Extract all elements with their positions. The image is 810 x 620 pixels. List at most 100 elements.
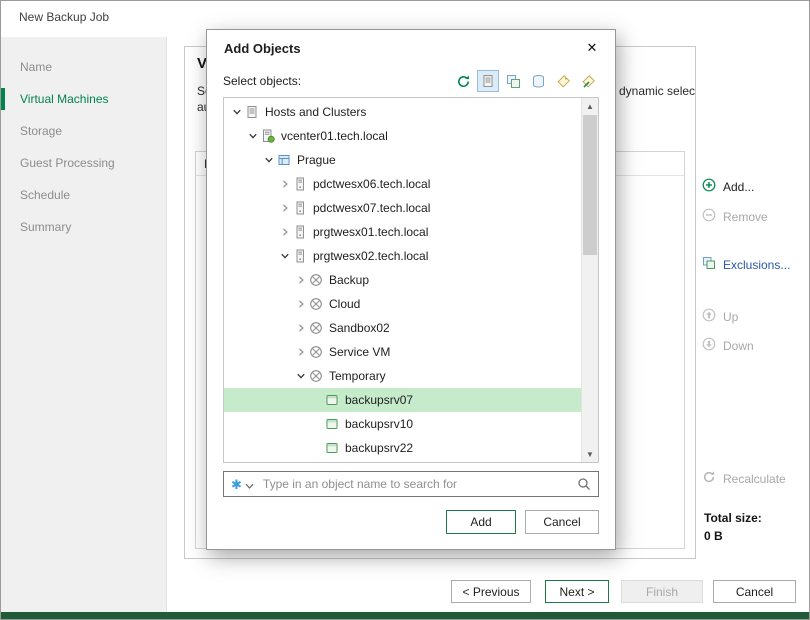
select-objects-label: Select objects:: [223, 74, 452, 88]
dialog-title: Add Objects: [224, 41, 581, 56]
scrollbar-thumb[interactable]: [583, 115, 597, 255]
chevron-down-icon[interactable]: [229, 107, 244, 117]
tree-row[interactable]: Service VM: [224, 340, 581, 364]
sidebar-item-summary[interactable]: Summary: [1, 211, 166, 243]
search-icon[interactable]: [577, 477, 591, 493]
tree-row-label: prgtwesx01.tech.local: [313, 225, 428, 239]
datacenter-icon: [276, 153, 292, 167]
total-size-label: Total size:: [704, 511, 762, 525]
chevron-down-icon[interactable]: [277, 251, 292, 261]
dialog-body: Select objects: Hosts and Clustersvcente…: [207, 66, 615, 549]
cancel-button[interactable]: Cancel: [713, 580, 796, 603]
chevron-down-icon[interactable]: [245, 131, 260, 141]
refresh-gray-icon: [702, 470, 716, 487]
chevron-right-icon[interactable]: [277, 227, 292, 237]
tree-scrollbar[interactable]: ▲ ▼: [581, 98, 598, 462]
sidebar-item-virtual-machines[interactable]: Virtual Machines: [1, 83, 166, 115]
object-tree: Hosts and Clustersvcenter01.tech.local Pr…: [223, 97, 599, 463]
select-objects-row: Select objects:: [223, 68, 599, 94]
recalculate-button[interactable]: Recalculate: [702, 470, 786, 487]
tree-row-label: backupsrv22: [345, 441, 413, 455]
chevron-down-icon[interactable]: [293, 371, 308, 381]
chevron-right-icon[interactable]: [293, 275, 308, 285]
refresh-icon[interactable]: [452, 70, 474, 92]
tree-row[interactable]: pdctwesx07.tech.local: [224, 196, 581, 220]
sidebar-item-guest-processing[interactable]: Guest Processing: [1, 147, 166, 179]
add-objects-dialog: Add Objects ✕ Select objects: Hosts and …: [206, 29, 616, 550]
chevron-right-icon[interactable]: [293, 347, 308, 357]
scroll-up-icon[interactable]: ▲: [582, 98, 598, 114]
chevron-down-icon[interactable]: [245, 480, 254, 492]
previous-button[interactable]: < Previous: [451, 580, 531, 603]
window-title: New Backup Job: [19, 10, 109, 24]
tree-row[interactable]: Temporary: [224, 364, 581, 388]
resource-pool-icon: [308, 345, 324, 359]
view-hosts-clusters-icon[interactable]: [477, 70, 499, 92]
filter-star-icon[interactable]: ✱: [231, 478, 242, 491]
tree-row[interactable]: Cloud: [224, 292, 581, 316]
tree-row[interactable]: vcenter01.tech.local: [224, 124, 581, 148]
chevron-right-icon[interactable]: [277, 203, 292, 213]
tree-row-label: pdctwesx06.tech.local: [313, 177, 430, 191]
vm-icon: [324, 393, 340, 407]
tree-row-label: Service VM: [329, 345, 390, 359]
esx-host-icon: [292, 249, 308, 263]
add-button[interactable]: Add...: [702, 178, 754, 195]
close-icon[interactable]: ✕: [581, 40, 603, 56]
add-label: Add...: [723, 180, 754, 194]
tree-row[interactable]: Prague: [224, 148, 581, 172]
recalculate-label: Recalculate: [723, 472, 786, 486]
cancel-button[interactable]: Cancel: [525, 510, 599, 534]
tree-row[interactable]: Hosts and Clusters: [224, 100, 581, 124]
view-datastores-icon[interactable]: [527, 70, 549, 92]
chevron-right-icon[interactable]: [293, 299, 308, 309]
dialog-buttons: Add Cancel: [223, 510, 599, 534]
tree-row[interactable]: prgtwesx02.tech.local: [224, 244, 581, 268]
sidebar-item-schedule[interactable]: Schedule: [1, 179, 166, 211]
tree-row[interactable]: pdctwesx06.tech.local: [224, 172, 581, 196]
chevron-right-icon[interactable]: [277, 179, 292, 189]
esx-host-icon: [292, 177, 308, 191]
exclusions-button[interactable]: Exclusions...: [702, 256, 790, 273]
vm-icon: [324, 417, 340, 431]
search-box: ✱: [223, 471, 599, 497]
remove-button[interactable]: Remove: [702, 208, 768, 225]
down-button[interactable]: Down: [702, 337, 754, 354]
object-search-input[interactable]: [263, 477, 571, 491]
sidebar-item-name[interactable]: Name: [1, 51, 166, 83]
view-vms-templates-icon[interactable]: [502, 70, 524, 92]
resource-pool-icon: [308, 321, 324, 335]
description-text-right-1: dynamic selection that: [619, 84, 696, 98]
circle-minus-icon: [702, 208, 716, 225]
chevron-down-icon[interactable]: [261, 155, 276, 165]
resource-pool-icon: [308, 273, 324, 287]
new-backup-job-window: New Backup Job NameVirtual MachinesStora…: [0, 0, 810, 620]
tree-row[interactable]: backupsrv07: [224, 388, 581, 412]
tree-row-label: pdctwesx07.tech.local: [313, 201, 430, 215]
finish-button: Finish: [621, 580, 703, 603]
up-label: Up: [723, 310, 738, 324]
tree-row-label: Temporary: [329, 369, 386, 383]
sidebar-item-storage[interactable]: Storage: [1, 115, 166, 147]
view-toolbar: [452, 70, 599, 92]
up-button[interactable]: Up: [702, 308, 738, 325]
chevron-right-icon[interactable]: [293, 323, 308, 333]
tree-row-label: Prague: [297, 153, 336, 167]
view-tags-icon[interactable]: [552, 70, 574, 92]
add-button[interactable]: Add: [446, 510, 516, 534]
object-tree-rows: Hosts and Clustersvcenter01.tech.local Pr…: [224, 100, 581, 460]
next-button[interactable]: Next >: [545, 580, 609, 603]
remove-label: Remove: [723, 210, 768, 224]
tree-row[interactable]: Sandbox02: [224, 316, 581, 340]
tree-row-label: backupsrv07: [345, 393, 413, 407]
arrow-down-icon: [702, 337, 716, 354]
scroll-down-icon[interactable]: ▼: [582, 446, 598, 462]
tree-row[interactable]: backupsrv22: [224, 436, 581, 460]
view-vm-folders-icon[interactable]: [577, 70, 599, 92]
tree-row[interactable]: backupsrv10: [224, 412, 581, 436]
down-label: Down: [723, 339, 754, 353]
tree-row[interactable]: Backup: [224, 268, 581, 292]
tree-row-label: Sandbox02: [329, 321, 390, 335]
exclusions-label: Exclusions...: [723, 258, 790, 272]
tree-row[interactable]: prgtwesx01.tech.local: [224, 220, 581, 244]
